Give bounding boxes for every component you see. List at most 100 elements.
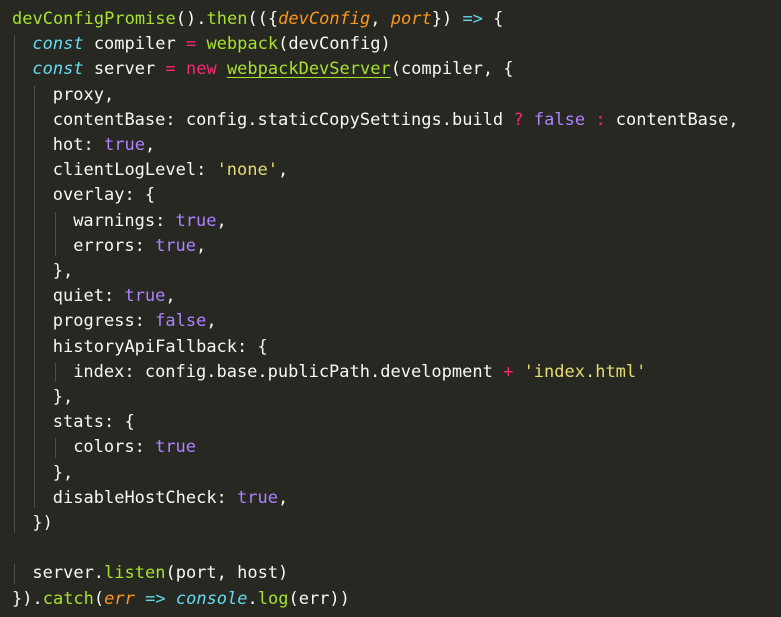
code-token: })	[32, 513, 53, 533]
code-token: (	[93, 588, 105, 609]
code-line: },	[53, 461, 73, 486]
code-token: stats: {	[52, 412, 135, 433]
code-token: false	[533, 109, 586, 130]
code-line: const compiler = webpack(devConfig)	[32, 32, 390, 57]
code-token: port	[390, 9, 432, 29]
code-token: })	[431, 9, 463, 29]
code-token: warnings:	[73, 210, 176, 231]
code-token: server	[83, 59, 166, 80]
code-token: clientLogLevel:	[52, 160, 217, 181]
code-token: proxy,	[52, 84, 115, 105]
code-line: stats: {	[53, 410, 135, 435]
code-token: 'index.html'	[523, 361, 647, 382]
code-token: true	[155, 437, 197, 458]
code-token: },	[52, 462, 74, 483]
code-token: err	[104, 588, 135, 609]
code-token: true	[237, 487, 278, 508]
code-line: historyApiFallback: {	[53, 335, 268, 360]
code-line: colors: true	[73, 435, 196, 460]
code-token: colors:	[73, 437, 156, 458]
code-token: =	[165, 59, 176, 80]
code-line: contentBase: config.staticCopySettings.b…	[53, 108, 739, 133]
code-line: },	[53, 259, 73, 284]
code-editor[interactable]: devConfigPromise().then(({devConfig, por…	[0, 0, 781, 617]
code-token: contentBase: config.staticCopySettings.b…	[52, 109, 514, 130]
code-token: historyApiFallback: {	[52, 336, 268, 357]
code-token: (({	[247, 9, 279, 29]
code-line: const server = new webpackDevServer(comp…	[32, 57, 513, 82]
code-token: =>	[462, 9, 483, 29]
code-line: index: config.base.publicPath.developmen…	[73, 360, 646, 385]
code-token: =	[185, 34, 197, 55]
code-token: ,	[144, 135, 156, 155]
code-line: quiet: true,	[53, 284, 176, 309]
code-token: ,	[216, 210, 227, 231]
code-token: }).	[12, 588, 43, 609]
code-token: quiet:	[52, 286, 125, 307]
indent-guide	[54, 438, 56, 458]
code-token: },	[52, 261, 74, 281]
indent-guide	[34, 85, 36, 508]
code-token: overlay: {	[52, 185, 156, 206]
code-line: progress: false,	[53, 309, 217, 334]
code-line: warnings: true,	[73, 209, 227, 234]
indent-guide	[14, 564, 15, 584]
code-line: }).catch(err => console.log(err))	[12, 587, 350, 612]
code-token: true	[175, 210, 217, 231]
code-line: proxy,	[53, 83, 114, 108]
code-token: const	[32, 59, 84, 80]
code-token: +	[503, 361, 514, 382]
code-line: })	[32, 511, 52, 536]
code-token: ,	[277, 487, 289, 508]
code-token: (err))	[288, 588, 350, 609]
code-token: true	[103, 135, 145, 155]
code-token: {	[482, 9, 504, 29]
code-token: compiler	[83, 34, 186, 55]
code-token: webpack	[206, 34, 279, 55]
code-line: clientLogLevel: 'none',	[53, 158, 288, 183]
code-token: ,	[206, 311, 217, 332]
code-token: :	[595, 109, 606, 130]
code-token: then	[206, 9, 248, 29]
code-token: webpackDevServer	[226, 59, 391, 80]
code-token: ().	[175, 9, 207, 29]
code-line: },	[53, 385, 73, 410]
code-token: contentBase,	[605, 109, 739, 130]
code-token: .	[247, 588, 258, 609]
code-token: progress:	[52, 311, 156, 332]
code-token: ,	[370, 9, 391, 29]
code-token: =>	[145, 588, 166, 609]
code-token: true	[155, 235, 197, 256]
code-token: disableHostCheck:	[52, 487, 238, 508]
indent-guide	[54, 362, 56, 382]
code-token: devConfigPromise	[12, 9, 176, 29]
code-token: errors:	[73, 235, 156, 256]
code-token: log	[257, 588, 289, 609]
code-token: listen	[104, 563, 166, 584]
code-token: ,	[277, 160, 289, 181]
code-token: false	[155, 311, 207, 332]
code-token: console	[175, 588, 248, 609]
code-token: hot:	[52, 135, 104, 155]
code-token: new	[185, 59, 217, 80]
code-line: errors: true,	[73, 234, 206, 259]
code-token: index: config.base.publicPath.developmen…	[73, 361, 504, 382]
code-token: },	[52, 387, 74, 407]
code-token: (port, host)	[165, 563, 289, 584]
code-line: server.listen(port, host)	[32, 561, 288, 586]
indent-guide	[54, 211, 56, 256]
code-line: hot: true,	[53, 133, 155, 158]
code-line: disableHostCheck: true,	[53, 486, 288, 511]
code-token: (devConfig)	[278, 34, 391, 55]
code-token: const	[32, 34, 84, 55]
code-token: server.	[32, 563, 105, 584]
code-token: devConfig	[278, 9, 371, 29]
code-token: 'none'	[216, 160, 278, 181]
